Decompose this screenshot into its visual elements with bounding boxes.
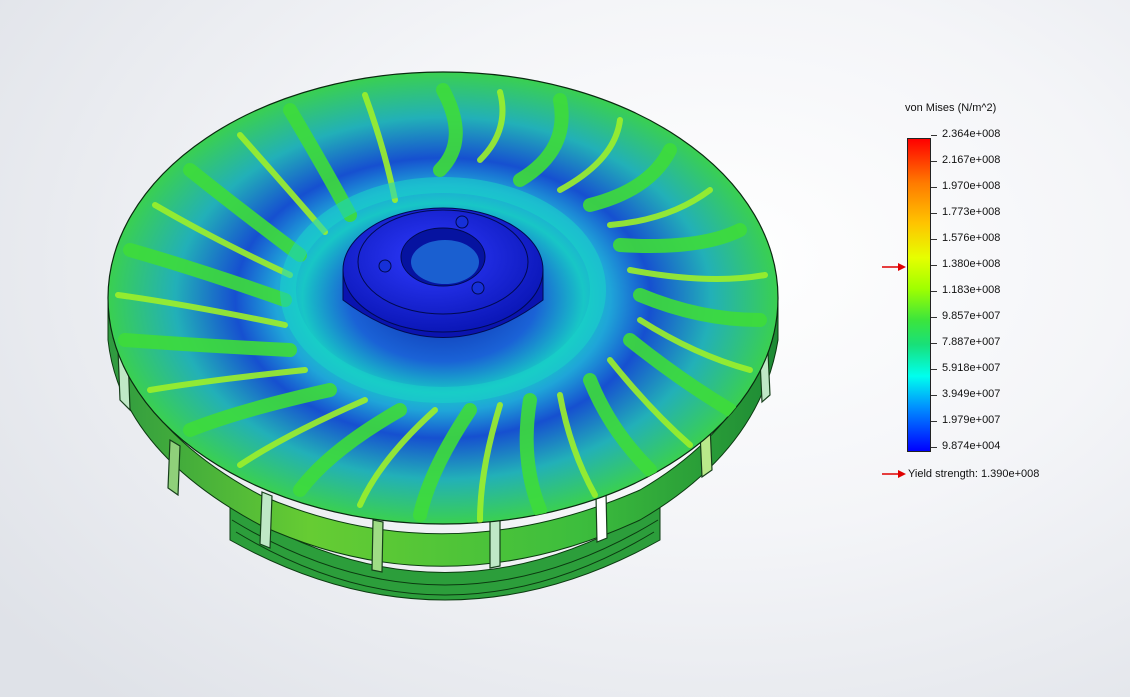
legend-tick: 7.887e+007 — [930, 336, 1001, 348]
legend-tick: 1.380e+008 — [930, 258, 1001, 270]
legend-title: von Mises (N/m^2) — [905, 102, 997, 114]
legend-tick: 1.576e+008 — [930, 232, 1001, 244]
legend-tick: 2.167e+008 — [930, 154, 1001, 166]
impeller-hub — [342, 207, 544, 338]
legend-tick: 1.183e+008 — [930, 284, 1001, 296]
legend-tick: 9.874e+004 — [930, 440, 1001, 452]
yield-strength-label: Yield strength: 1.390e+008 — [908, 468, 1040, 480]
legend-tick: 5.918e+007 — [930, 362, 1001, 374]
legend-tick: 9.857e+007 — [930, 310, 1001, 322]
red-arrow-icon — [882, 263, 906, 271]
legend-tick: 1.970e+008 — [930, 180, 1001, 192]
legend-tick: 1.773e+008 — [930, 206, 1001, 218]
color-scale-bar — [907, 138, 931, 452]
legend-tick: 3.949e+007 — [930, 388, 1001, 400]
red-arrow-icon — [882, 470, 906, 478]
legend-tick: 2.364e+008 — [930, 128, 1001, 140]
legend-tick: 1.979e+007 — [930, 414, 1001, 426]
